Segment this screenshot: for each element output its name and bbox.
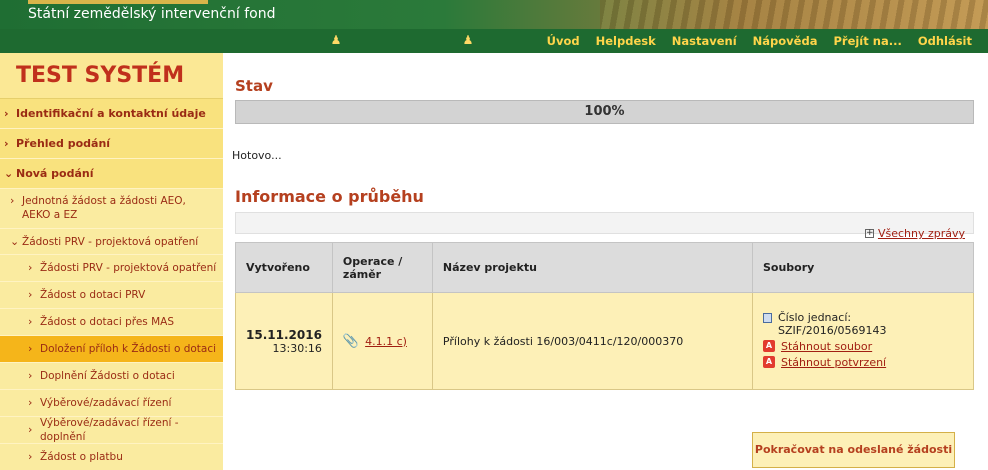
header-image [600,0,988,29]
ref-value: SZIF/2016/0569143 [778,323,887,337]
chevron-right-icon: › [4,106,9,120]
sidebar-item-zadosti-prv[interactable]: ⌄ Žádosti PRV - projektová opatření [0,229,223,255]
info-bar [235,212,974,234]
nav-nastaveni[interactable]: Nastavení [664,29,745,53]
info-title: Informace o průběhu [235,187,424,206]
sidebar-item-vyberove-rizeni-doplneni[interactable]: › Výběrové/zadávací řízení - doplnění [0,417,223,444]
chevron-right-icon: › [28,261,33,274]
created-date: 15.11.2016 [246,327,322,342]
chevron-right-icon: › [28,396,33,409]
chevron-right-icon: › [28,288,33,301]
system-title: TEST SYSTÉM [0,53,223,99]
header-subtitle: Státní zemědělský intervenční fond [28,6,276,22]
pdf-icon: A [763,339,775,352]
operation-cell: 📎 4.1.1 c) [331,292,433,390]
chevron-right-icon: › [28,342,33,355]
attachment-icon: 📎 [342,333,360,349]
status-text: Hotovo... [232,149,282,162]
nav-napoveda[interactable]: Nápověda [745,29,826,53]
nav-odhlasit[interactable]: Odhlásit [910,29,980,53]
column-header: Vytvořeno [235,242,333,293]
sidebar-item-zadost-dotaci-prv[interactable]: › Žádost o dotaci PRV [0,282,223,309]
sidebar-item-zadost-pres-mas[interactable]: › Žádost o dotaci přes MAS [0,309,223,336]
person-icon[interactable]: ♟ [461,32,475,48]
chevron-right-icon: › [28,369,33,382]
chevron-right-icon: › [28,450,33,463]
files-cell: Číslo jednací: SZIF/2016/0569143 A Stáhn… [752,292,974,390]
created-cell: 15.11.2016 13:30:16 [235,292,333,390]
operation-link[interactable]: 4.1.1 c) [365,335,407,348]
chevron-right-icon: › [28,315,33,328]
sidebar-item-identifikacni[interactable]: › Identifikační a kontaktní údaje [0,99,223,129]
chevron-down-icon: ⌄ [4,166,14,180]
user-icon[interactable]: ♟ [329,32,343,48]
sidebar-item-zadost-o-platbu[interactable]: › Žádost o platbu [0,444,223,470]
sidebar: TEST SYSTÉM › Identifikační a kontaktní ú… [0,53,223,470]
chevron-down-icon: ⌄ [10,234,20,248]
nav-prejit-na[interactable]: Přejít na... [825,29,909,53]
pdf-icon: A [763,355,775,368]
header-banner: Státní zemědělský intervenční fond [0,0,988,29]
continue-button[interactable]: Pokračovat na odeslané žádosti [752,432,955,468]
sidebar-item-jednotna-zadost[interactable]: › Jednotná žádost a žádosti AEO, AEKO a E… [0,189,223,229]
column-header: Soubory [752,242,974,293]
column-header: Název projektu [431,242,754,293]
nav-uvod[interactable]: Úvod [539,29,588,53]
table-row: 15.11.2016 13:30:16 📎 4.1.1 c) Přílohy k… [235,292,974,390]
sidebar-item-doplneni-zadosti[interactable]: › Doplnění Žádosti o dotaci [0,363,223,390]
chevron-right-icon: › [10,194,15,207]
progress-bar: 100% [235,100,974,124]
sidebar-item-vyberove-rizeni[interactable]: › Výběrové/zadávací řízení [0,390,223,417]
ref-label: Číslo jednací: [778,310,852,324]
created-time: 13:30:16 [272,341,322,355]
chevron-right-icon: › [4,136,9,150]
project-cell: Přílohy k žádosti 16/003/0411c/120/00037… [431,292,754,390]
logo[interactable] [28,0,208,4]
progress-table: Vytvořeno Operace / záměr Název projektu… [235,242,974,390]
sidebar-item-prehled-podani[interactable]: › Přehled podání [0,129,223,159]
document-icon [763,312,772,323]
chevron-right-icon: › [28,423,33,436]
download-file-link[interactable]: Stáhnout soubor [781,340,872,353]
sidebar-item-nova-podani[interactable]: ⌄ Nová podání [0,159,223,189]
sidebar-item-dolozeni-priloh[interactable]: › Doložení příloh k Žádosti o dotaci [0,336,223,363]
download-confirmation-link[interactable]: Stáhnout potvrzení [781,356,886,369]
nav-helpdesk[interactable]: Helpdesk [588,29,664,53]
sidebar-item-zadosti-prv-sub[interactable]: › Žádosti PRV - projektová opatření [0,255,223,282]
all-messages-link[interactable]: + Všechny zprávy [864,227,965,240]
top-navigation: ♟ ♟ Úvod Helpdesk Nastavení Nápověda Pře… [0,29,988,53]
stav-title: Stav [235,77,273,95]
column-header: Operace / záměr [331,242,433,293]
expand-icon[interactable]: + [864,229,874,238]
